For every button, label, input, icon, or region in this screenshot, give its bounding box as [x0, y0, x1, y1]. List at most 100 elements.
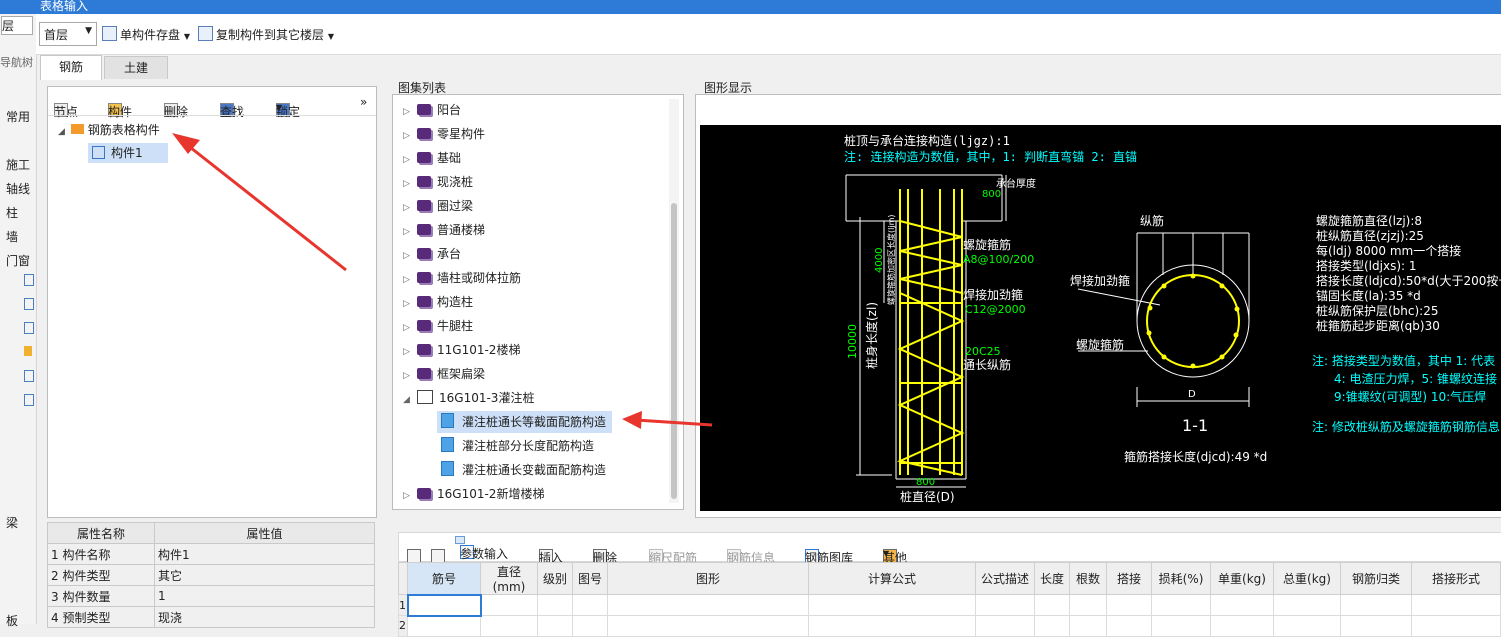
atlas-item[interactable]: ▷ 框架扁梁 [403, 365, 485, 382]
grid-cell[interactable] [1340, 594, 1412, 616]
col-header[interactable]: 长度 [1034, 562, 1070, 595]
nav-item-axis[interactable]: 轴线 [6, 180, 30, 197]
prop-value[interactable]: 1 [154, 585, 375, 607]
grid-cell[interactable] [1151, 594, 1211, 616]
prop-value[interactable]: 其它 [154, 564, 375, 586]
nav-icon[interactable] [24, 394, 34, 406]
atlas-item[interactable]: ▷ 现浇桩 [403, 173, 473, 190]
grid-cell[interactable] [572, 615, 608, 637]
grid-cell[interactable] [808, 615, 976, 637]
col-header[interactable]: 搭接形式 [1411, 562, 1501, 595]
nav-item-beam[interactable]: 梁 [6, 514, 18, 531]
expand-icon[interactable]: ▷ [403, 203, 417, 213]
nav-item-common[interactable]: 常用 [6, 108, 30, 125]
col-header[interactable]: 公式描述 [975, 562, 1035, 595]
expand-icon[interactable]: ▷ [403, 107, 417, 117]
col-header[interactable]: 级别 [537, 562, 573, 595]
atlas-item[interactable]: ▷ 普通楼梯 [403, 221, 485, 238]
tab-rebar[interactable]: 钢筋 [40, 55, 102, 80]
grid-cell[interactable] [1151, 615, 1211, 637]
expand-icon[interactable]: ▷ [403, 323, 417, 333]
grid-cell[interactable] [808, 594, 976, 616]
atlas-group-open[interactable]: ◢ 16G101-3灌注桩 [403, 389, 534, 406]
expand-icon[interactable]: ▷ [403, 491, 417, 501]
atlas-item[interactable]: ▷ 零星构件 [403, 125, 485, 142]
col-header[interactable]: 根数 [1069, 562, 1107, 595]
grid-cell[interactable] [1106, 615, 1152, 637]
col-header[interactable]: 损耗(%) [1151, 562, 1211, 595]
atlas-item[interactable]: ▷ 16G101-2新增楼梯 [403, 485, 544, 502]
grid-cell[interactable] [1411, 594, 1501, 616]
copy-to-floor-button[interactable]: 复制构件到其它楼层 ▼ [198, 26, 334, 43]
expand-icon[interactable]: ▷ [403, 227, 417, 237]
col-header[interactable]: 图形 [607, 562, 809, 595]
floor-select[interactable]: 首层 ▼ [39, 22, 97, 46]
col-header[interactable]: 搭接 [1106, 562, 1152, 595]
tab-civil[interactable]: 土建 [104, 56, 168, 79]
prop-value[interactable]: 构件1 [154, 543, 375, 565]
grid-cell[interactable] [572, 594, 608, 616]
expand-icon[interactable]: ▷ [403, 131, 417, 141]
atlas-subitem[interactable]: 灌注桩部分长度配筋构造 [441, 437, 594, 454]
table-row[interactable]: 1 [398, 593, 1501, 617]
prop-value[interactable]: 现浇 [154, 606, 375, 628]
atlas-item[interactable]: ▷ 基础 [403, 149, 461, 166]
col-header[interactable]: 筋号 [407, 562, 481, 595]
expand-icon[interactable]: ▷ [403, 347, 417, 357]
nav-icon[interactable] [24, 298, 34, 310]
table-row[interactable]: 4 预制类型 现浇 [47, 606, 375, 628]
expand-icon[interactable]: ▷ [403, 155, 417, 165]
expand-icon[interactable]: ▷ [403, 299, 417, 309]
grid-cell[interactable] [1034, 615, 1070, 637]
grid-cell[interactable] [407, 615, 481, 637]
save-component-button[interactable]: 单构件存盘 ▼ [102, 26, 190, 43]
grid-cell[interactable] [1106, 594, 1152, 616]
atlas-item[interactable]: ▷ 牛腿柱 [403, 317, 473, 334]
tree-root[interactable]: ◢ 钢筋表格构件 [58, 121, 160, 138]
grid-cell[interactable] [975, 615, 1035, 637]
atlas-subitem-selected[interactable]: 灌注桩通长等截面配筋构造 [437, 411, 613, 433]
grid-cell[interactable] [607, 615, 809, 637]
col-header[interactable]: 单重(kg) [1210, 562, 1274, 595]
atlas-item[interactable]: ▷ 11G101-2楼梯 [403, 341, 520, 358]
nav-icon[interactable] [24, 346, 32, 356]
grid-cell[interactable] [1069, 615, 1107, 637]
grid-cell[interactable] [1273, 615, 1341, 637]
table-row[interactable]: 2 [398, 615, 1501, 637]
atlas-item[interactable]: ▷ 墙柱或砌体拉筋 [403, 269, 521, 286]
grid-cell[interactable] [975, 594, 1035, 616]
grid-cell[interactable] [537, 615, 573, 637]
nav-item-slab[interactable]: 板 [6, 612, 18, 629]
atlas-item[interactable]: ▷ 承台 [403, 245, 461, 262]
nav-item-column[interactable]: 柱 [6, 204, 18, 221]
grid-cell[interactable] [1273, 594, 1341, 616]
col-header[interactable]: 钢筋归类 [1340, 562, 1412, 595]
nav-icon[interactable] [24, 274, 34, 286]
atlas-item[interactable]: ▷ 构造柱 [403, 293, 473, 310]
grid-cell[interactable] [1210, 615, 1274, 637]
atlas-item[interactable]: ▷ 圈过梁 [403, 197, 473, 214]
grid-cell[interactable] [1034, 594, 1070, 616]
atlas-subitem[interactable]: 灌注桩通长变截面配筋构造 [441, 461, 606, 478]
scrollbar-thumb[interactable] [671, 203, 677, 499]
tree-item-component1[interactable]: 构件1 [88, 143, 168, 163]
atlas-scrollbar[interactable] [669, 99, 679, 503]
nav-icon[interactable] [24, 322, 34, 334]
grid-cell[interactable] [1069, 594, 1107, 616]
grid-cell[interactable] [537, 594, 573, 616]
col-header[interactable]: 计算公式 [808, 562, 976, 595]
grid-cell[interactable] [480, 615, 538, 637]
collapse-icon[interactable]: ◢ [403, 395, 417, 405]
expand-icon[interactable]: ▷ [403, 371, 417, 381]
expand-icon[interactable]: ▷ [403, 251, 417, 261]
nav-item-doorwindow[interactable]: 门窗 [6, 252, 30, 269]
cad-canvas[interactable]: 桩顶与承台连接构造(ljgz):1 注: 连接构造为数值，其中，1: 判断直弯锚… [700, 125, 1501, 511]
grid-cell[interactable] [1340, 615, 1412, 637]
grid-cell[interactable] [607, 594, 809, 616]
param-input-button[interactable]: 参数输入 [455, 536, 508, 561]
table-row[interactable]: 3 构件数量 1 [47, 585, 375, 607]
grid-cell[interactable] [406, 593, 482, 617]
floor-field[interactable]: 层 [1, 16, 33, 35]
table-row[interactable]: 1 构件名称 构件1 [47, 543, 375, 565]
atlas-item[interactable]: ▷ 阳台 [403, 101, 461, 118]
